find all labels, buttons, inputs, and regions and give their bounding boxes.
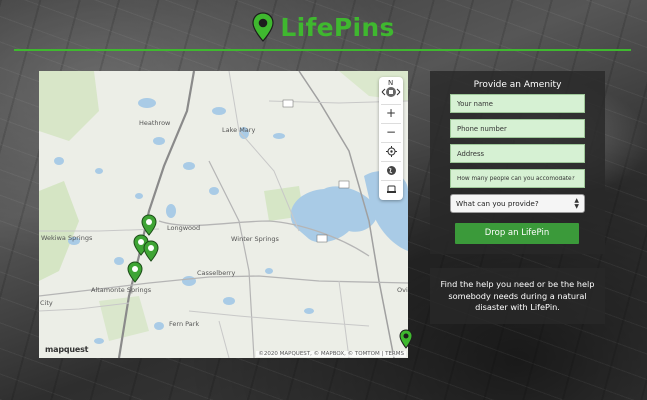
town-label: Lake Mary [222, 126, 256, 134]
map-pin[interactable] [141, 214, 157, 236]
town-label: Altamonte Springs [91, 286, 152, 294]
car-icon [386, 185, 396, 193]
header-divider [14, 49, 631, 51]
town-label: Wekiwa Springs [41, 234, 93, 242]
zoom-in-button[interactable]: + [381, 104, 401, 121]
select-arrows-icon: ▲ ▼ [574, 196, 579, 210]
town-label: Longwood [167, 224, 201, 232]
town-label: City [40, 299, 53, 307]
town-label: Casselberry [197, 269, 236, 277]
map-controls: N + − [379, 77, 403, 200]
site-header: LifePins [0, 12, 647, 52]
town-label: Winter Springs [231, 235, 279, 243]
info-panel: Find the help you need or be the help so… [430, 268, 605, 324]
info-text: Find the help you need or be the help so… [440, 279, 595, 312]
mapquest-logo[interactable]: mapquest [45, 345, 88, 354]
map-attribution[interactable]: ©2020 MAPQUEST, © MAPBOX, © TOMTOM | TER… [256, 351, 406, 357]
name-input[interactable] [450, 94, 585, 113]
phone-input[interactable] [450, 119, 585, 138]
site-title: LifePins [280, 12, 395, 42]
map-pin-icon [399, 329, 413, 349]
form-title: Provide an Amenity [473, 80, 562, 90]
drop-lifepin-button[interactable]: Drop an LifePin [455, 223, 579, 244]
logo[interactable]: LifePins [252, 12, 394, 42]
map-pin[interactable] [127, 261, 143, 283]
compass-north-label: N [388, 79, 394, 87]
map-base-layer [39, 71, 408, 358]
map-pin[interactable] [143, 240, 159, 262]
provide-select[interactable]: What can you provide? ▲ ▼ [450, 194, 585, 213]
town-label: Heathrow [139, 119, 171, 127]
map-pin-icon [252, 12, 274, 42]
map-view[interactable]: Heathrow Lake Mary Longwood Wekiwa Sprin… [39, 71, 408, 358]
compass-control[interactable]: N [380, 79, 402, 102]
globe-icon [386, 166, 396, 175]
layers-button[interactable] [381, 161, 401, 178]
crosshair-icon [385, 146, 397, 157]
town-label: Ovi [397, 286, 408, 294]
zoom-out-button[interactable]: − [381, 123, 401, 140]
locate-button[interactable] [381, 142, 401, 159]
provide-select-value: What can you provide? [456, 199, 539, 208]
amenity-form-panel: Provide an Amenity What can you provide?… [430, 71, 605, 254]
address-input[interactable] [450, 144, 585, 163]
capacity-input[interactable] [450, 169, 585, 188]
town-label: Fern Park [169, 320, 200, 328]
traffic-button[interactable] [381, 180, 401, 197]
